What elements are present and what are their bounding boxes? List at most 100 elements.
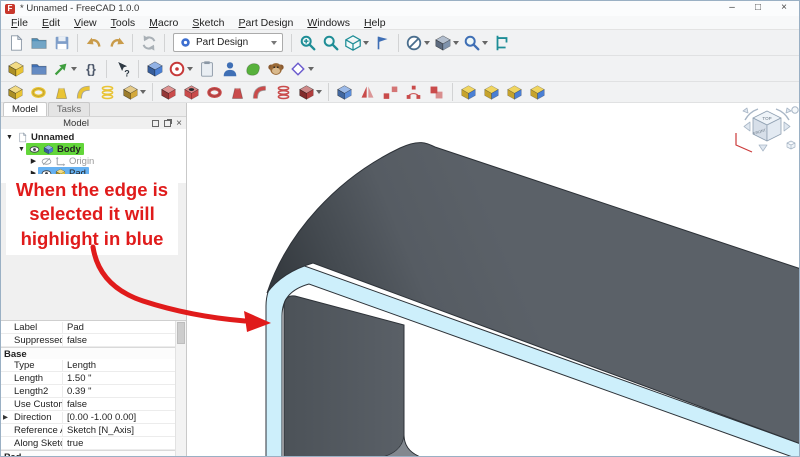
property-row-type[interactable]: TypeLength <box>1 359 186 372</box>
property-scrollbar[interactable] <box>175 321 186 456</box>
menu-view[interactable]: View <box>67 17 104 29</box>
fit-all-button[interactable] <box>296 33 319 53</box>
boolean-xor-button[interactable] <box>526 82 549 102</box>
save-button[interactable] <box>50 33 73 53</box>
maximize-button[interactable]: □ <box>747 2 769 15</box>
tree-row-unnamed[interactable]: ▼Unnamed <box>1 131 186 143</box>
model-leg-face[interactable] <box>284 296 423 457</box>
menu-edit[interactable]: Edit <box>35 17 67 29</box>
pocket-button[interactable] <box>157 82 180 102</box>
property-value[interactable]: Sketch [N_Axis] <box>62 425 186 436</box>
redo-button[interactable] <box>105 33 128 53</box>
property-value[interactable]: Length <box>62 360 186 371</box>
validate-sketch-button[interactable] <box>241 59 264 79</box>
menu-help[interactable]: Help <box>357 17 393 29</box>
property-group-header[interactable]: Pad <box>1 450 186 456</box>
sync-view-button[interactable] <box>371 33 394 53</box>
create-datum-button[interactable] <box>287 59 316 79</box>
undo-button[interactable] <box>82 33 105 53</box>
revolution-button[interactable] <box>27 82 50 102</box>
boolean-intersect-button[interactable] <box>503 82 526 102</box>
appearance-button[interactable] <box>432 33 461 53</box>
fillet-button[interactable] <box>333 82 356 102</box>
polar-pattern-button[interactable] <box>402 82 425 102</box>
tab-model[interactable]: Model <box>3 102 47 116</box>
subtractive-helix-button[interactable] <box>272 82 295 102</box>
tree-item-body[interactable]: Body <box>26 143 84 155</box>
additive-helix-button[interactable] <box>96 82 119 102</box>
property-value[interactable]: 1.50 " <box>62 373 186 384</box>
expand-arrow-icon[interactable]: ▶ <box>29 157 38 165</box>
property-value[interactable]: Pad <box>62 322 186 333</box>
navcube-mini-cube[interactable] <box>787 141 795 149</box>
edit-sketch-button[interactable] <box>195 59 218 79</box>
hole-button[interactable] <box>180 82 203 102</box>
menu-tools[interactable]: Tools <box>104 17 143 29</box>
property-row-along-sketc-[interactable]: Along Sketc...true <box>1 437 186 450</box>
property-row-label[interactable]: LabelPad <box>1 321 186 334</box>
tree-item-origin[interactable]: Origin <box>38 155 97 167</box>
property-value[interactable]: [0.00 -1.00 0.00] <box>62 412 186 423</box>
create-sketch-button[interactable] <box>166 59 195 79</box>
3d-model-canvas[interactable]: TOP FRONT <box>187 103 800 457</box>
property-row-use-custom-[interactable]: Use Custom...false <box>1 398 186 411</box>
collapse-arrow-icon[interactable]: ▼ <box>5 134 14 141</box>
linear-pattern-button[interactable] <box>379 82 402 102</box>
tree-row-body[interactable]: ▼Body <box>1 143 186 155</box>
navcube-menu-circle[interactable] <box>792 107 798 113</box>
close-button[interactable]: × <box>773 2 795 15</box>
draw-style-button[interactable] <box>403 33 432 53</box>
mirrored-button[interactable] <box>356 82 379 102</box>
property-row-direction[interactable]: ▶Direction[0.00 -1.00 0.00] <box>1 411 186 424</box>
tab-tasks[interactable]: Tasks <box>48 102 90 116</box>
make-link-button[interactable] <box>50 59 79 79</box>
new-file-button[interactable] <box>4 33 27 53</box>
multitransform-button[interactable] <box>425 82 448 102</box>
minimize-button[interactable]: – <box>721 2 743 15</box>
property-row-length[interactable]: Length1.50 " <box>1 372 186 385</box>
undock-panel-icon[interactable] <box>164 120 171 127</box>
additive-loft-button[interactable] <box>50 82 73 102</box>
menu-windows[interactable]: Windows <box>300 17 357 29</box>
navcube-down-arrow[interactable] <box>759 145 767 151</box>
property-value[interactable]: true <box>62 438 186 449</box>
subtractive-loft-button[interactable] <box>226 82 249 102</box>
boolean-union-button[interactable] <box>457 82 480 102</box>
subtractive-primitive-button[interactable] <box>295 82 324 102</box>
groove-button[interactable] <box>203 82 226 102</box>
boolean-cut-button[interactable] <box>480 82 503 102</box>
property-value[interactable]: false <box>62 399 186 410</box>
pad-button[interactable] <box>4 82 27 102</box>
menu-sketch[interactable]: Sketch <box>185 17 231 29</box>
menu-part-design[interactable]: Part Design <box>231 17 300 29</box>
property-value[interactable]: false <box>62 335 186 346</box>
fit-selection-button[interactable] <box>319 33 342 53</box>
navcube-right-arrow[interactable] <box>784 122 790 131</box>
menu-file[interactable]: File <box>4 17 35 29</box>
create-group-button[interactable] <box>27 59 50 79</box>
property-value[interactable]: 0.39 " <box>62 386 186 397</box>
property-group-header[interactable]: Base <box>1 347 186 359</box>
navigation-cube[interactable]: TOP FRONT <box>736 107 798 152</box>
measure-button[interactable] <box>490 33 513 53</box>
navcube-left-arrow[interactable] <box>744 122 750 131</box>
create-body-button[interactable] <box>143 59 166 79</box>
selection-view-button[interactable] <box>461 33 490 53</box>
property-row-reference-a-[interactable]: Reference A...Sketch [N_Axis] <box>1 424 186 437</box>
axonometric-view-button[interactable] <box>342 33 371 53</box>
property-row-length2[interactable]: Length20.39 " <box>1 385 186 398</box>
additive-pipe-button[interactable] <box>73 82 96 102</box>
float-panel-icon[interactable] <box>152 120 159 127</box>
subtractive-pipe-button[interactable] <box>249 82 272 102</box>
expression-button[interactable] <box>79 59 102 79</box>
close-panel-icon[interactable]: × <box>176 120 182 127</box>
3d-viewport[interactable]: TOP FRONT <box>187 103 799 456</box>
collapse-arrow-icon[interactable]: ▼ <box>17 146 26 153</box>
scrollbar-thumb[interactable] <box>177 322 185 344</box>
create-part-button[interactable] <box>4 59 27 79</box>
property-row-suppressed[interactable]: Suppressedfalse <box>1 334 186 347</box>
tree-item-unnamed[interactable]: Unnamed <box>14 131 77 143</box>
refresh-button[interactable] <box>137 33 160 53</box>
tree-row-origin[interactable]: ▶Origin <box>1 155 186 167</box>
expand-arrow-icon[interactable]: ▶ <box>1 413 10 421</box>
